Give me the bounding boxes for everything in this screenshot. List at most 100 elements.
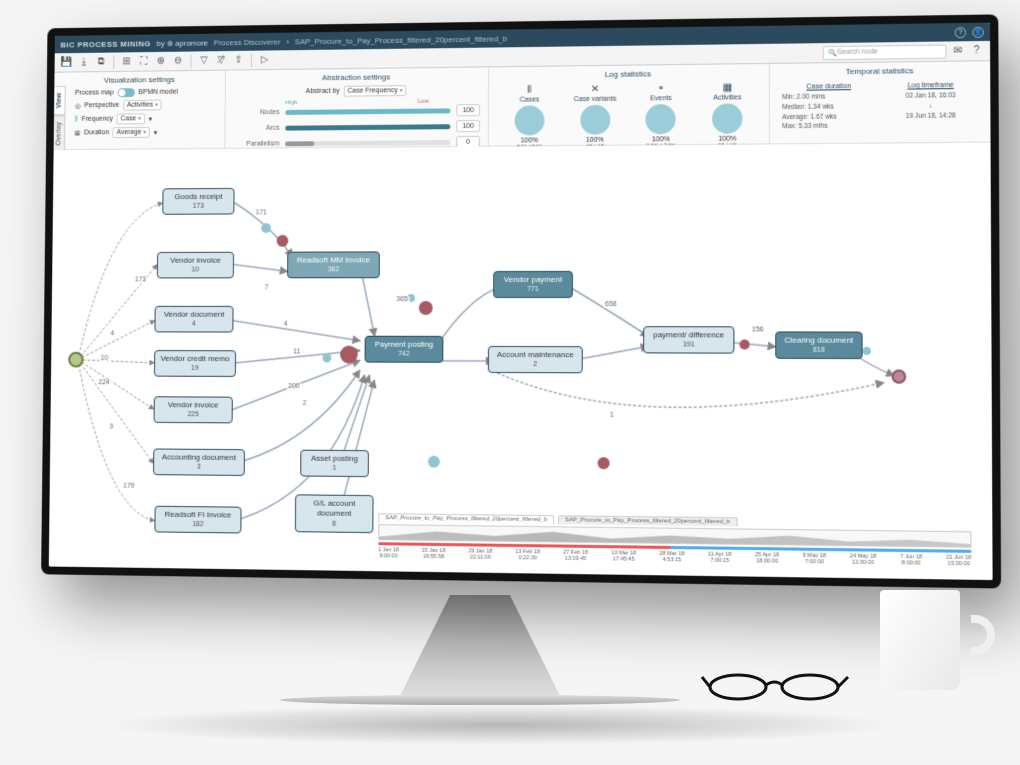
node-vendor-payment[interactable]: Vendor payment771 xyxy=(493,271,573,299)
help-toolbar-icon[interactable]: ? xyxy=(969,44,984,58)
timeline-tab-1[interactable]: SAP_Procure_to_Pay_Process_filtered_20pe… xyxy=(378,513,554,524)
process-map-canvas[interactable]: Goods receipt173 Vendor invoice10 Readso… xyxy=(49,143,993,580)
edge-label: 11 xyxy=(291,348,302,355)
events-pie-icon xyxy=(646,104,676,134)
duration-icon: ⊠ xyxy=(75,129,81,137)
arcs-slider[interactable] xyxy=(285,124,450,130)
stat-cases[interactable]: ⫴ Cases 100% 842 / 842 xyxy=(497,82,563,141)
timeline[interactable]: SAP_Procure_to_Pay_Process_filtered_20pe… xyxy=(378,513,972,571)
node-payment-posting[interactable]: Payment posting742 xyxy=(365,336,444,364)
frequency-select[interactable]: Case xyxy=(117,113,145,124)
node-vendor-credit-memo[interactable]: Vendor credit memo19 xyxy=(154,350,236,377)
stat-activities[interactable]: ▦ Activities 100% 15 / 15 xyxy=(694,80,761,140)
edge-label: 224 xyxy=(97,379,112,386)
tab-overlay[interactable]: Overlay xyxy=(53,115,66,152)
perspective-select[interactable]: Activities xyxy=(123,100,162,111)
timeline-tick: 28 Mar 184:53:15 xyxy=(659,551,684,564)
save-icon[interactable]: 💾 xyxy=(60,55,73,69)
edge-label: 4 xyxy=(282,321,290,328)
duration-select[interactable]: Average xyxy=(113,127,150,138)
tab-view[interactable]: View xyxy=(53,86,66,115)
node-readsoft-fi[interactable]: Readsoft FI Invoice182 xyxy=(154,506,241,534)
node-accounting-document[interactable]: Accounting document3 xyxy=(153,448,245,476)
nodes-value[interactable]: 100 xyxy=(456,104,480,116)
abstract-by-select[interactable]: Case Frequency xyxy=(344,85,407,97)
node-readsoft-mm[interactable]: Readsoft MM Invoice382 xyxy=(287,251,380,278)
timeline-tick: 13 Feb 180:22:30 xyxy=(515,549,540,562)
breadcrumb-root[interactable]: Process Discoverer xyxy=(214,37,281,47)
edge-label: 200 xyxy=(286,383,301,390)
timeline-tick: 24 May 1812:30:00 xyxy=(850,553,877,566)
variants-pie-icon xyxy=(580,105,610,135)
edge-label: 2 xyxy=(301,400,309,407)
timeline-tick: 27 Feb 1813:19:45 xyxy=(563,550,588,563)
frequency-config-icon[interactable]: ▾ xyxy=(149,115,152,123)
case-duration-col[interactable]: Case duration Min: 2.00 mins Median: 1.3… xyxy=(778,81,880,140)
abstraction-settings-panel: Abstraction settings Abstract by Case Fr… xyxy=(225,67,489,147)
stat-events[interactable]: ⚬ Events 100% 7.5K / 7.5K xyxy=(628,81,694,141)
visualization-settings-panel: Visualization settings View Overlay Proc… xyxy=(54,71,226,150)
timeline-tab-2[interactable]: SAP_Procure_to_Pay_Process_filtered_20pe… xyxy=(558,515,737,526)
arcs-slider-label: Arcs xyxy=(233,124,279,131)
timeline-tick: 25 Apr 1818:00:00 xyxy=(755,552,779,565)
temporal-statistics-panel: Temporal statistics Case duration Min: 2… xyxy=(770,61,991,143)
breadcrumb-file: SAP_Procure_to_Pay_Process_filtered_20pe… xyxy=(295,34,507,46)
frequency-label: Frequency xyxy=(82,116,113,123)
timeline-tick: 11 Apr 187:00:15 xyxy=(708,552,732,565)
edge-label: 10 xyxy=(99,355,110,362)
layout-icon[interactable]: ⊞ xyxy=(120,55,133,69)
user-icon[interactable]: 👤 xyxy=(972,26,983,37)
temp-stats-title: Temporal statistics xyxy=(770,65,990,77)
clear-filter-icon[interactable]: ▽̸ xyxy=(214,53,228,67)
timeline-tick: 1 Jan 189:00:00 xyxy=(378,547,399,559)
fit-icon[interactable]: ⛶ xyxy=(137,54,150,68)
cases-pie-icon xyxy=(514,105,544,135)
zoom-out-icon[interactable]: ⊖ xyxy=(171,54,185,68)
timeline-tick: 7 Jun 188:00:00 xyxy=(900,554,922,567)
filter-icon[interactable]: ▽ xyxy=(197,54,211,68)
log-timeframe-col[interactable]: Log timeframe 02 Jan 18, 16:03 ↓ 19 Jun … xyxy=(879,80,982,139)
help-icon[interactable]: ? xyxy=(955,27,966,38)
frequency-icon: ⫼ xyxy=(75,116,78,124)
abstract-by-label: Abstract by xyxy=(306,88,340,95)
edge-label: 171 xyxy=(254,209,269,216)
duration-label: Duration xyxy=(84,129,109,136)
cases-icon: ⫴ xyxy=(497,84,562,96)
glasses-prop xyxy=(700,665,850,705)
start-node[interactable] xyxy=(68,352,83,368)
node-clearing-document[interactable]: Clearing document818 xyxy=(775,331,862,359)
node-vendor-invoice-2[interactable]: Vendor invoice225 xyxy=(154,396,233,424)
brand-logo: BIC PROCESS MINING xyxy=(60,39,150,49)
timeline-tick: 9 May 187:00:00 xyxy=(803,553,826,566)
stat-variants[interactable]: ✕ Case variants 100% 48 / 48 xyxy=(562,82,628,141)
share-icon[interactable]: ⇪ xyxy=(232,53,246,67)
play-icon[interactable]: ▷ xyxy=(258,53,272,67)
mail-icon[interactable]: ✉ xyxy=(951,44,966,58)
nodes-slider[interactable] xyxy=(285,108,450,115)
activities-icon: ▦ xyxy=(694,82,761,94)
node-payment-difference[interactable]: payment/ difference191 xyxy=(643,326,734,354)
zoom-in-icon[interactable]: ⊕ xyxy=(154,54,167,68)
timeline-tick: 21 Jun 1815:00:00 xyxy=(946,555,971,568)
node-gl-account[interactable]: G/L account document8 xyxy=(295,494,374,533)
node-vendor-document[interactable]: Vendor document4 xyxy=(154,306,233,333)
events-icon: ⚬ xyxy=(628,83,694,95)
arcs-value[interactable]: 100 xyxy=(456,120,480,132)
search-input[interactable]: 🔍 Search node xyxy=(823,44,947,60)
node-vendor-invoice-1[interactable]: Vendor invoice10 xyxy=(157,252,234,279)
edge-label: 658 xyxy=(603,301,619,308)
node-asset-posting[interactable]: Asset posting1 xyxy=(300,450,369,478)
export-icon[interactable]: ⤓ xyxy=(77,55,90,69)
copy-icon[interactable]: ⧉ xyxy=(94,55,107,69)
map-model-toggle[interactable] xyxy=(118,88,135,97)
edge-label: 156 xyxy=(750,326,766,333)
log-stats-title: Log statistics xyxy=(489,68,769,80)
end-node[interactable] xyxy=(892,369,907,383)
variants-icon: ✕ xyxy=(562,84,628,96)
legend-dot-red xyxy=(598,457,610,469)
duration-config-icon[interactable]: ▾ xyxy=(154,128,157,136)
edge-label: 7 xyxy=(263,284,271,291)
node-goods-receipt[interactable]: Goods receipt173 xyxy=(162,188,234,215)
node-account-maintenance[interactable]: Account maintenance2 xyxy=(488,346,583,374)
parallel-slider[interactable] xyxy=(285,140,450,146)
